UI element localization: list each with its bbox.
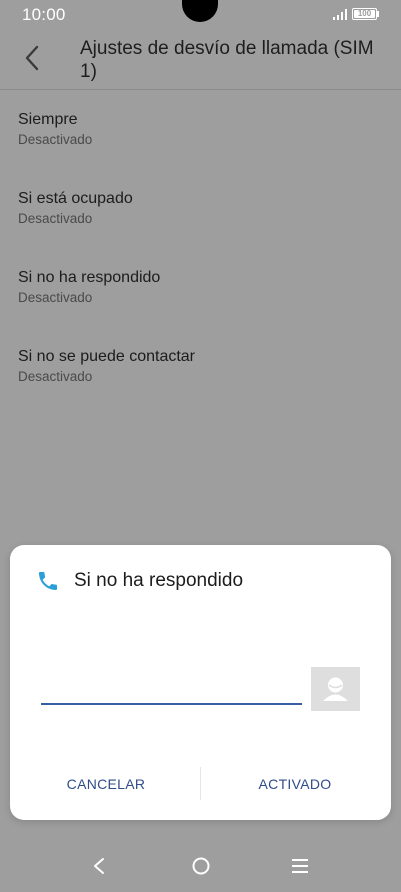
list-item-subtitle: Desactivado — [18, 369, 93, 384]
battery-icon: 100 — [352, 8, 377, 20]
list-item-no-respondido[interactable]: Si no ha respondido Desactivado — [18, 268, 378, 307]
signal-icon — [333, 9, 347, 20]
list-item-ocupado[interactable]: Si está ocupado Desactivado — [18, 189, 378, 228]
battery-tip — [377, 11, 379, 17]
list-item-title: Siempre — [18, 111, 78, 128]
screen: 10:00 100 Ajustes de desvío de llamada (… — [0, 0, 401, 892]
dialog-title: Si no ha respondido — [74, 570, 244, 591]
contact-picker-button[interactable] — [311, 667, 360, 711]
list-item-subtitle: Desactivado — [18, 211, 93, 226]
battery-level: 100 — [357, 9, 372, 18]
nav-menu-icon[interactable] — [289, 854, 311, 878]
list-item-title: Si está ocupado — [18, 190, 133, 207]
navigation-bar — [0, 840, 401, 892]
list-item-title: Si no se puede contactar — [18, 348, 196, 365]
status-bar: 10:00 100 — [0, 0, 401, 28]
list-item-siempre[interactable]: Siempre Desactivado — [18, 110, 378, 149]
nav-home-icon[interactable] — [189, 854, 213, 878]
forward-dialog: Si no ha respondido CANCELAR ACTIVADO — [10, 545, 391, 820]
list-item-subtitle: Desactivado — [18, 132, 93, 147]
list-item-no-contactar[interactable]: Si no se puede contactar Desactivado — [18, 347, 378, 386]
list-item-subtitle: Desactivado — [18, 290, 93, 305]
button-separator — [200, 767, 201, 800]
header-divider — [0, 89, 401, 90]
app-header: Ajustes de desvío de llamada (SIM 1) — [0, 28, 401, 90]
back-button[interactable] — [18, 42, 46, 74]
forward-number-input[interactable] — [41, 675, 302, 705]
page-title: Ajustes de desvío de llamada (SIM 1) — [80, 38, 374, 82]
camera-notch — [182, 0, 218, 22]
list-item-title: Si no ha respondido — [18, 269, 161, 286]
nav-back-icon[interactable] — [88, 854, 110, 878]
contact-icon — [323, 677, 348, 701]
status-time: 10:00 — [22, 5, 66, 24]
phone-icon — [39, 572, 57, 590]
cancel-button[interactable]: CANCELAR — [36, 767, 176, 801]
activate-button[interactable]: ACTIVADO — [225, 767, 365, 801]
